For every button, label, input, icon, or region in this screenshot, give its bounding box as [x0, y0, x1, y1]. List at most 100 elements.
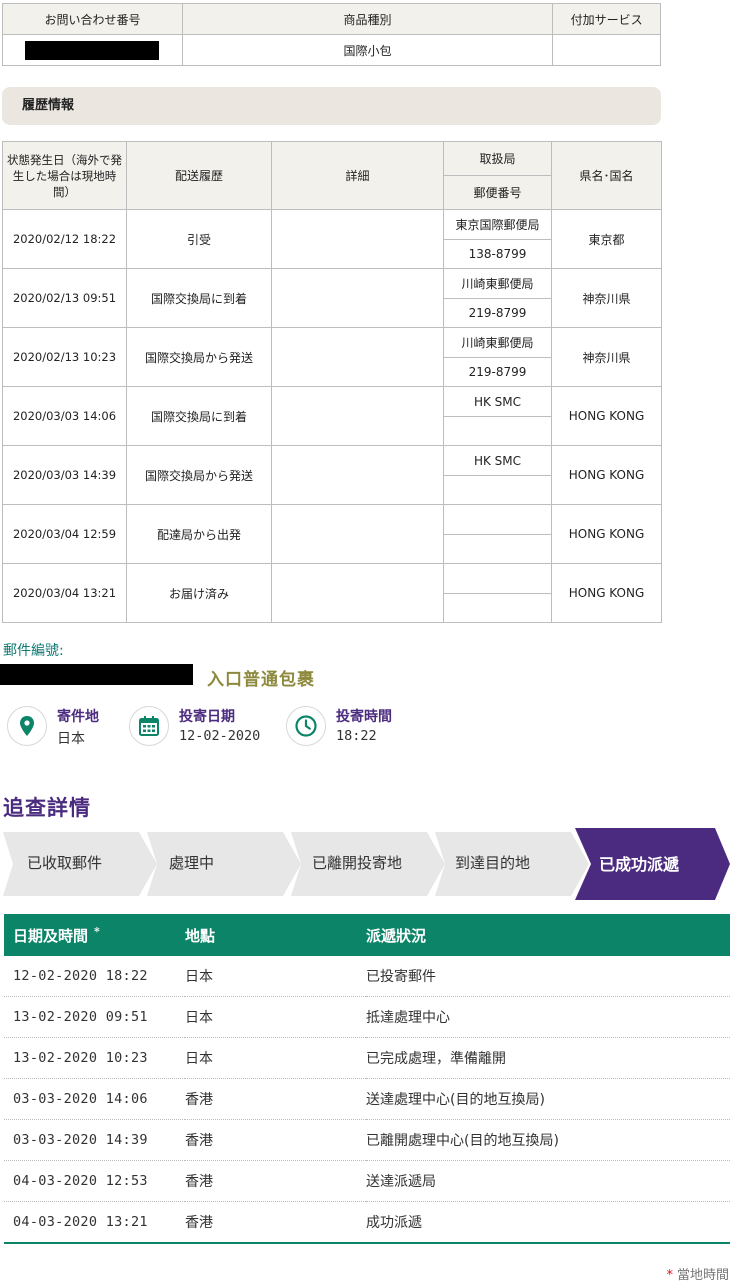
history-detail-cell [271, 445, 444, 505]
history-region-cell: 神奈川県 [551, 327, 662, 387]
history-detail-header: 詳細 [271, 141, 444, 210]
history-row: 2020/03/03 14:39 国際交換局から発送 HK SMC HONG KONG [2, 445, 662, 505]
history-office-cell: 東京国際郵便局 [443, 209, 552, 240]
inquiry-number-cell [2, 34, 183, 66]
tracking-status-cell: 成功派遞 [366, 1201, 730, 1244]
history-office-cell [443, 504, 552, 535]
calendar-icon [129, 706, 169, 746]
history-postal-cell: 138-8799 [443, 239, 552, 269]
product-type-cell: 国際小包 [181, 34, 554, 66]
history-row: 2020/03/03 14:06 国際交換局に到着 HK SMC HONG KONG [2, 386, 662, 446]
datetime-header-label: 日期及時間 [13, 926, 89, 945]
tracking-row: 03-03-2020 14:06 香港 送達處理中心(目的地互換局) [4, 1078, 730, 1120]
origin-title: 寄件地 [57, 709, 99, 725]
history-region-cell: 神奈川県 [551, 268, 662, 328]
history-region-cell: HONG KONG [551, 445, 662, 505]
history-row: 2020/02/13 10:23 国際交換局から発送 川崎東郵便局 神奈川県 [2, 327, 662, 387]
tracking-location-cell: 香港 [185, 1201, 366, 1244]
history-date-cell: 2020/03/03 14:39 [2, 445, 127, 505]
history-row: 2020/03/04 13:21 お届け済み HONG KONG [2, 563, 662, 623]
history-region-cell: HONG KONG [551, 504, 662, 564]
tracking-row: 13-02-2020 10:23 日本 已完成處理，準備離開 [4, 1037, 730, 1079]
history-status-cell: 引受 [126, 209, 272, 269]
history-postal-cell [443, 534, 552, 564]
history-row: 2020/02/12 18:22 引受 東京国際郵便局 東京都 [2, 209, 662, 269]
history-office-cell [443, 563, 552, 594]
tracking-datetime-cell: 04-03-2020 13:21 [4, 1201, 185, 1244]
tracking-status-cell: 送達處理中心(目的地互換局) [366, 1078, 730, 1120]
location-header: 地點 [185, 914, 366, 956]
history-postal-cell: 219-8799 [443, 298, 552, 328]
history-status-cell: 国際交換局に到着 [126, 268, 272, 328]
product-type-header: 商品種別 [181, 3, 554, 35]
history-status-header: 配送履歴 [126, 141, 272, 210]
history-table: 状態発生日（海外で発生した場合は現地時間） 配送履歴 詳細 取扱局 県名･国名 … [2, 141, 662, 623]
history-office-cell: 川崎東郵便局 [443, 327, 552, 358]
tracking-row: 04-03-2020 12:53 香港 送達派遞局 [4, 1160, 730, 1202]
history-date-cell: 2020/03/04 12:59 [2, 504, 127, 564]
redacted-inquiry-number [25, 40, 160, 60]
tracking-status-cell: 送達派遞局 [366, 1160, 730, 1202]
tracking-row: 12-02-2020 18:22 日本 已投寄郵件 [4, 956, 730, 997]
history-date-cell: 2020/03/03 14:06 [2, 386, 127, 446]
history-date-cell: 2020/02/13 10:23 [2, 327, 127, 387]
tracking-status-cell: 已投寄郵件 [366, 956, 730, 997]
history-postal-cell: 219-8799 [443, 357, 552, 387]
tracking-details-title: 追查詳情 [3, 795, 91, 820]
tracking-datetime-cell: 04-03-2020 12:53 [4, 1160, 185, 1202]
tracking-location-cell: 日本 [185, 956, 366, 997]
step-processing: 處理中 [169, 854, 215, 872]
mail-number-label: 郵件編號: [3, 643, 64, 659]
history-office-header: 取扱局 [443, 141, 552, 176]
tracking-status-cell: 已完成處理，準備離開 [366, 1037, 730, 1079]
datetime-header-asterisk: * [94, 924, 100, 938]
origin-value: 日本 [57, 731, 85, 747]
history-office-cell: 川崎東郵便局 [443, 268, 552, 299]
history-detail-cell [271, 504, 444, 564]
mail-type: 入口普通包裹 [207, 670, 315, 690]
inquiry-number-header: お問い合わせ番号 [2, 3, 183, 35]
clock-icon [286, 706, 326, 746]
tracking-row: 03-03-2020 14:39 香港 已離開處理中心(目的地互換局) [4, 1119, 730, 1161]
datetime-header: 日期及時間 * [4, 914, 185, 956]
history-office-cell: HK SMC [443, 445, 552, 476]
additional-service-header: 付加サービス [552, 3, 661, 35]
summary-table: お問い合わせ番号 商品種別 付加サービス 国際小包 [2, 3, 661, 66]
tracking-location-cell: 日本 [185, 1037, 366, 1079]
history-postal-cell [443, 475, 552, 505]
history-detail-cell [271, 327, 444, 387]
history-section-header: 履歴情報 [2, 87, 661, 125]
history-date-header: 状態発生日（海外で発生した場合は現地時間） [2, 141, 127, 210]
tracking-location-cell: 香港 [185, 1160, 366, 1202]
tracking-table: 日期及時間 * 地點 派遞狀況 12-02-2020 18:22 日本 已投寄郵件 13… [4, 914, 730, 1244]
step-delivered: 已成功派遞 [599, 855, 680, 874]
history-postal-cell [443, 416, 552, 446]
tracking-location-cell: 日本 [185, 996, 366, 1038]
history-row: 2020/02/13 09:51 国際交換局に到着 川崎東郵便局 神奈川県 [2, 268, 662, 328]
redacted-mail-number [0, 664, 193, 685]
status-header: 派遞狀況 [366, 914, 730, 956]
origin-info: 寄件地 日本 [7, 704, 117, 752]
history-detail-cell [271, 386, 444, 446]
delivery-progress-bar: 已收取郵件 處理中 已離開投寄地 到達目的地 已成功派遞 [3, 828, 730, 900]
history-detail-cell [271, 209, 444, 269]
location-pin-icon [7, 706, 47, 746]
tracking-datetime-cell: 03-03-2020 14:39 [4, 1119, 185, 1161]
history-region-header: 県名･国名 [551, 141, 662, 210]
history-date-cell: 2020/03/04 13:21 [2, 563, 127, 623]
history-region-cell: HONG KONG [551, 563, 662, 623]
tracking-row: 04-03-2020 13:21 香港 成功派遞 [4, 1201, 730, 1244]
tracking-datetime-cell: 03-03-2020 14:06 [4, 1078, 185, 1120]
history-date-cell: 2020/02/12 18:22 [2, 209, 127, 269]
tracking-location-cell: 香港 [185, 1078, 366, 1120]
footnote-asterisk: * [666, 1268, 673, 1283]
footnote: * 當地時間 [666, 1264, 729, 1283]
history-detail-cell [271, 268, 444, 328]
post-time-title: 投寄時間 [336, 709, 392, 725]
post-date-info: 投寄日期 12-02-2020 [129, 704, 279, 752]
step-left-origin: 已離開投寄地 [312, 854, 403, 872]
history-status-cell: 国際交換局から発送 [126, 445, 272, 505]
tracking-datetime-cell: 12-02-2020 18:22 [4, 956, 185, 997]
history-status-cell: 国際交換局から発送 [126, 327, 272, 387]
post-date-title: 投寄日期 [179, 709, 235, 725]
